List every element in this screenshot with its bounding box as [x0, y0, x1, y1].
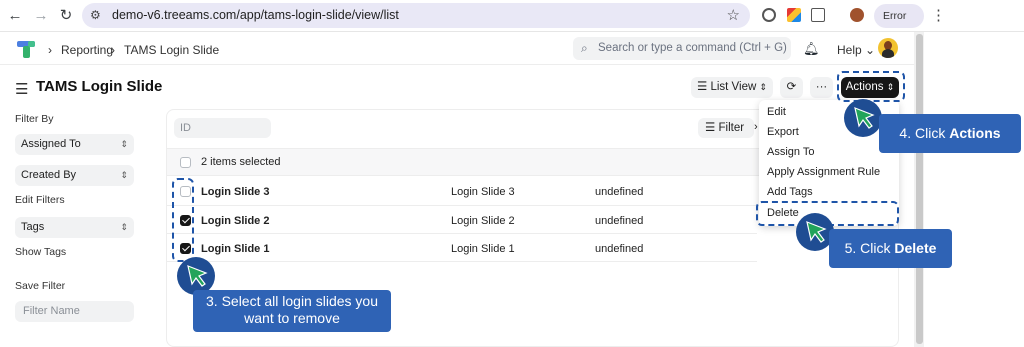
- profile-error-pill[interactable]: Error: [874, 4, 924, 28]
- extension-chat-icon[interactable]: [762, 8, 776, 22]
- profile-error-label: Error: [883, 10, 907, 22]
- command-search-input[interactable]: ⌕ Search or type a command (Ctrl + G): [573, 37, 791, 60]
- user-avatar[interactable]: [878, 38, 898, 58]
- menu-item-export[interactable]: Export: [767, 126, 799, 138]
- created-by-select[interactable]: Created By ⇕: [15, 165, 134, 186]
- row-name: Login Slide 2: [451, 215, 515, 227]
- save-filter-label: Save Filter: [15, 280, 66, 292]
- step4-bold: Actions: [949, 125, 1001, 141]
- more-options-label: ···: [815, 81, 828, 93]
- created-by-label: Created By: [21, 169, 77, 181]
- extensions-puzzle-icon[interactable]: [811, 8, 825, 22]
- extension-color-icon[interactable]: [787, 8, 801, 22]
- help-label: Help: [837, 43, 862, 57]
- show-tags-link[interactable]: Show Tags: [15, 246, 66, 258]
- selection-count: 2 items selected: [201, 156, 281, 168]
- browser-menu-icon[interactable]: ⋮: [931, 6, 946, 24]
- step4-pointer: [844, 99, 882, 137]
- select-all-checkbox[interactable]: [180, 157, 191, 168]
- row-value: undefined: [595, 215, 644, 227]
- row-name: Login Slide 3: [451, 186, 515, 198]
- row-title[interactable]: Login Slide 2: [201, 215, 269, 227]
- tags-select[interactable]: Tags ⇕: [15, 217, 134, 238]
- row-name: Login Slide 1: [451, 243, 515, 255]
- assigned-to-select[interactable]: Assigned To ⇕: [15, 134, 134, 155]
- reload-icon[interactable]: ↻: [57, 7, 75, 25]
- chevron-right-icon: ›: [754, 121, 758, 133]
- url-text: demo-v6.treeams.com/app/tams-login-slide…: [112, 8, 399, 22]
- list-view-label: List View: [710, 81, 757, 93]
- site-settings-icon[interactable]: ⚙: [90, 8, 101, 22]
- list-view-button[interactable]: ☰ List View ⇕: [691, 77, 773, 98]
- step3-text: 3. Select all login slides you want to r…: [206, 293, 378, 326]
- menu-item-assign-to[interactable]: Assign To: [767, 146, 815, 158]
- bookmark-star-icon[interactable]: ☆: [727, 6, 740, 24]
- row-title[interactable]: Login Slide 1: [201, 243, 269, 255]
- refresh-button[interactable]: ⟳: [780, 77, 803, 98]
- refresh-icon: ⟳: [786, 81, 797, 93]
- breadcrumb-separator-icon: ›: [48, 43, 52, 57]
- filter-name-placeholder: Filter Name: [23, 305, 80, 317]
- actions-highlight-outline: [837, 71, 905, 102]
- app-navbar: › Reporting › TAMS Login Slide ⌕ Search …: [0, 33, 914, 65]
- step5-bold: Delete: [894, 240, 937, 256]
- filter-label: Filter: [718, 122, 745, 134]
- breadcrumb-separator-icon: ›: [111, 43, 115, 57]
- more-options-button[interactable]: ···: [810, 77, 833, 98]
- profile-avatar-icon[interactable]: [850, 8, 864, 22]
- menu-item-add-tags[interactable]: Add Tags: [767, 186, 813, 198]
- app-logo-icon[interactable]: [16, 39, 36, 59]
- search-placeholder: Search or type a command (Ctrl + G): [598, 42, 787, 54]
- id-filter-input[interactable]: ID: [174, 118, 271, 138]
- list-view-icon: ☰: [696, 81, 708, 93]
- chevron-updown-icon: ⇕: [120, 170, 128, 180]
- step5-callout: 5. Click Delete: [829, 229, 952, 268]
- menu-item-edit[interactable]: Edit: [767, 106, 786, 118]
- step4-prefix: 4. Click: [899, 125, 950, 141]
- step4-callout: 4. Click Actions: [879, 114, 1021, 153]
- cursor-arrow-icon: [854, 107, 875, 129]
- help-dropdown[interactable]: Help ⌄: [837, 43, 875, 57]
- chevron-updown-icon: ⇕: [120, 222, 128, 232]
- row-title[interactable]: Login Slide 3: [201, 186, 269, 198]
- filter-name-input[interactable]: Filter Name: [15, 301, 134, 322]
- back-icon[interactable]: ←: [6, 7, 24, 25]
- page-right-margin: [924, 32, 1024, 347]
- id-placeholder: ID: [180, 122, 191, 134]
- step5-prefix: 5. Click: [844, 240, 895, 256]
- tags-label: Tags: [21, 221, 45, 233]
- notification-bell-icon[interactable]: 🔔︎: [803, 41, 820, 57]
- filter-button[interactable]: ☰ Filter: [698, 118, 754, 138]
- edit-filters-link[interactable]: Edit Filters: [15, 194, 65, 206]
- row-value: undefined: [595, 186, 644, 198]
- step3-callout: 3. Select all login slides you want to r…: [193, 290, 391, 332]
- browser-toolbar: ← → ↻ ⚙ demo-v6.treeams.com/app/tams-log…: [0, 0, 1024, 32]
- row-value: undefined: [595, 243, 644, 255]
- chevron-updown-icon: ⇕: [120, 139, 128, 149]
- search-icon: ⌕: [581, 41, 588, 55]
- breadcrumb-current[interactable]: TAMS Login Slide: [124, 43, 219, 57]
- assigned-to-label: Assigned To: [21, 138, 81, 150]
- filter-by-label: Filter By: [15, 113, 54, 125]
- breadcrumb-reporting[interactable]: Reporting: [61, 43, 113, 57]
- filter-icon: ☰: [705, 122, 716, 134]
- sidebar-toggle-icon[interactable]: ☰: [15, 80, 28, 98]
- menu-item-apply-assignment-rule[interactable]: Apply Assignment Rule: [767, 166, 880, 178]
- page-title: TAMS Login Slide: [36, 78, 163, 95]
- scrollbar-thumb[interactable]: [916, 34, 923, 344]
- chevron-updown-icon: ⇕: [759, 82, 768, 92]
- address-bar[interactable]: ⚙ demo-v6.treeams.com/app/tams-login-sli…: [82, 3, 750, 28]
- checkbox-highlight-outline: [172, 178, 194, 262]
- forward-icon[interactable]: →: [32, 7, 50, 25]
